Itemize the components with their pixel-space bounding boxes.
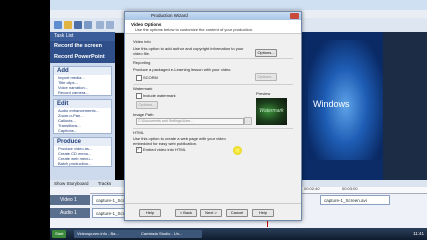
divider: [133, 84, 293, 85]
close-icon[interactable]: [290, 13, 299, 19]
task-pane: Task List Record the screen Record Power…: [50, 32, 115, 202]
dialog-header-desc: Use the options below to customize the c…: [135, 27, 254, 32]
next-button[interactable]: Next >: [200, 209, 222, 217]
watermark-options-button[interactable]: Options...: [136, 101, 158, 109]
preview-video-logo: Windows: [313, 99, 350, 109]
timeline-time-current: 00:02:40: [304, 186, 320, 191]
browse-button[interactable]: …: [244, 117, 252, 125]
scorm-options-button[interactable]: Options...: [255, 73, 277, 81]
watermark-preview: Watermark: [256, 98, 287, 125]
include-watermark-checkbox[interactable]: [136, 93, 142, 99]
preview-label: Preview: [256, 91, 271, 96]
production-wizard-dialog: Production Wizard Video Options Use the …: [124, 11, 302, 221]
undo-icon[interactable]: [96, 21, 104, 29]
task-item[interactable]: Batch production...: [54, 161, 111, 166]
produce-section: Produce Produce video as... Create CD me…: [53, 137, 112, 167]
cancel-button[interactable]: Cancel: [226, 209, 248, 217]
taskbar: Start Videospuren.info - Ba... Camtasia …: [50, 228, 427, 240]
tracks-button[interactable]: Tracks: [98, 181, 111, 186]
html-label: HTML: [133, 130, 144, 135]
scorm-checkbox[interactable]: [136, 75, 142, 81]
dialog-titlebar: Production Wizard: [125, 12, 301, 20]
produce-section-title: Produce: [54, 138, 111, 146]
save-icon[interactable]: [74, 21, 82, 29]
show-storyboard-button[interactable]: Show Storyboard: [54, 181, 89, 186]
video-info-desc: Use this option to add author and copyri…: [133, 46, 244, 56]
add-section: Add Import media... Title clips... Voice…: [53, 66, 112, 96]
back-button[interactable]: < Back: [175, 209, 197, 217]
include-watermark-label: Include watermark: [143, 93, 176, 98]
new-icon[interactable]: [54, 21, 62, 29]
app-titlebar: [50, 0, 427, 10]
open-icon[interactable]: [64, 21, 72, 29]
help-secondary-button[interactable]: Help: [252, 209, 274, 217]
taskbar-item[interactable]: Camtasia Studio - Un...: [138, 230, 202, 238]
mouse-cursor-highlight-icon: [233, 146, 242, 155]
taskbar-item[interactable]: Videospuren.info - Ba...: [74, 230, 138, 238]
dialog-title: Production Wizard: [151, 13, 188, 18]
embed-html-checkbox[interactable]: [136, 146, 142, 153]
video-info-options-button[interactable]: Options...: [255, 49, 277, 57]
image-path-field[interactable]: C:\Documents and Settings\User...: [136, 118, 244, 125]
add-section-title: Add: [54, 67, 111, 75]
task-pane-header: Task List: [50, 32, 115, 41]
reporting-label: Reporting: [133, 60, 151, 65]
timeline-time-end: 00:03:00: [342, 186, 358, 191]
html-desc: Use this option to create a web page wit…: [133, 136, 226, 146]
track-audio-1[interactable]: Audio 1: [50, 208, 90, 218]
record-powerpoint-button[interactable]: Record PowerPoint: [50, 52, 115, 63]
task-item[interactable]: Captions...: [54, 128, 111, 133]
track-video-1[interactable]: Video 1: [50, 195, 90, 205]
scorm-label: SCORM: [143, 75, 158, 80]
edit-section: Edit Audio enhancements... Zoom-n-Pan...…: [53, 99, 112, 134]
task-item[interactable]: Record camera...: [54, 90, 111, 95]
embed-html-label: Embed video into HTML: [143, 147, 186, 152]
start-button[interactable]: Start: [52, 230, 67, 238]
taskbar-clock: 11:41: [413, 231, 424, 236]
print-icon[interactable]: [84, 21, 92, 29]
image-path-label: Image Path: [133, 112, 154, 117]
video-info-label: Video info: [133, 39, 151, 44]
edit-section-title: Edit: [54, 100, 111, 108]
reporting-desc: Produce a packaged e-Learning lesson wit…: [133, 67, 232, 72]
redo-icon[interactable]: [106, 21, 114, 29]
video-clip[interactable]: capture-1_Screen.avi: [320, 195, 390, 205]
screen: Task List Record the screen Record Power…: [0, 0, 427, 240]
divider: [133, 58, 293, 59]
preview-controls-panel: [383, 32, 427, 182]
dialog-footer: Help < Back Next > Cancel Help: [125, 203, 301, 220]
divider: [133, 128, 293, 129]
record-screen-button[interactable]: Record the screen: [50, 41, 115, 52]
dialog-header: Video Options Use the options below to c…: [125, 20, 301, 34]
help-button[interactable]: Help: [139, 209, 161, 217]
